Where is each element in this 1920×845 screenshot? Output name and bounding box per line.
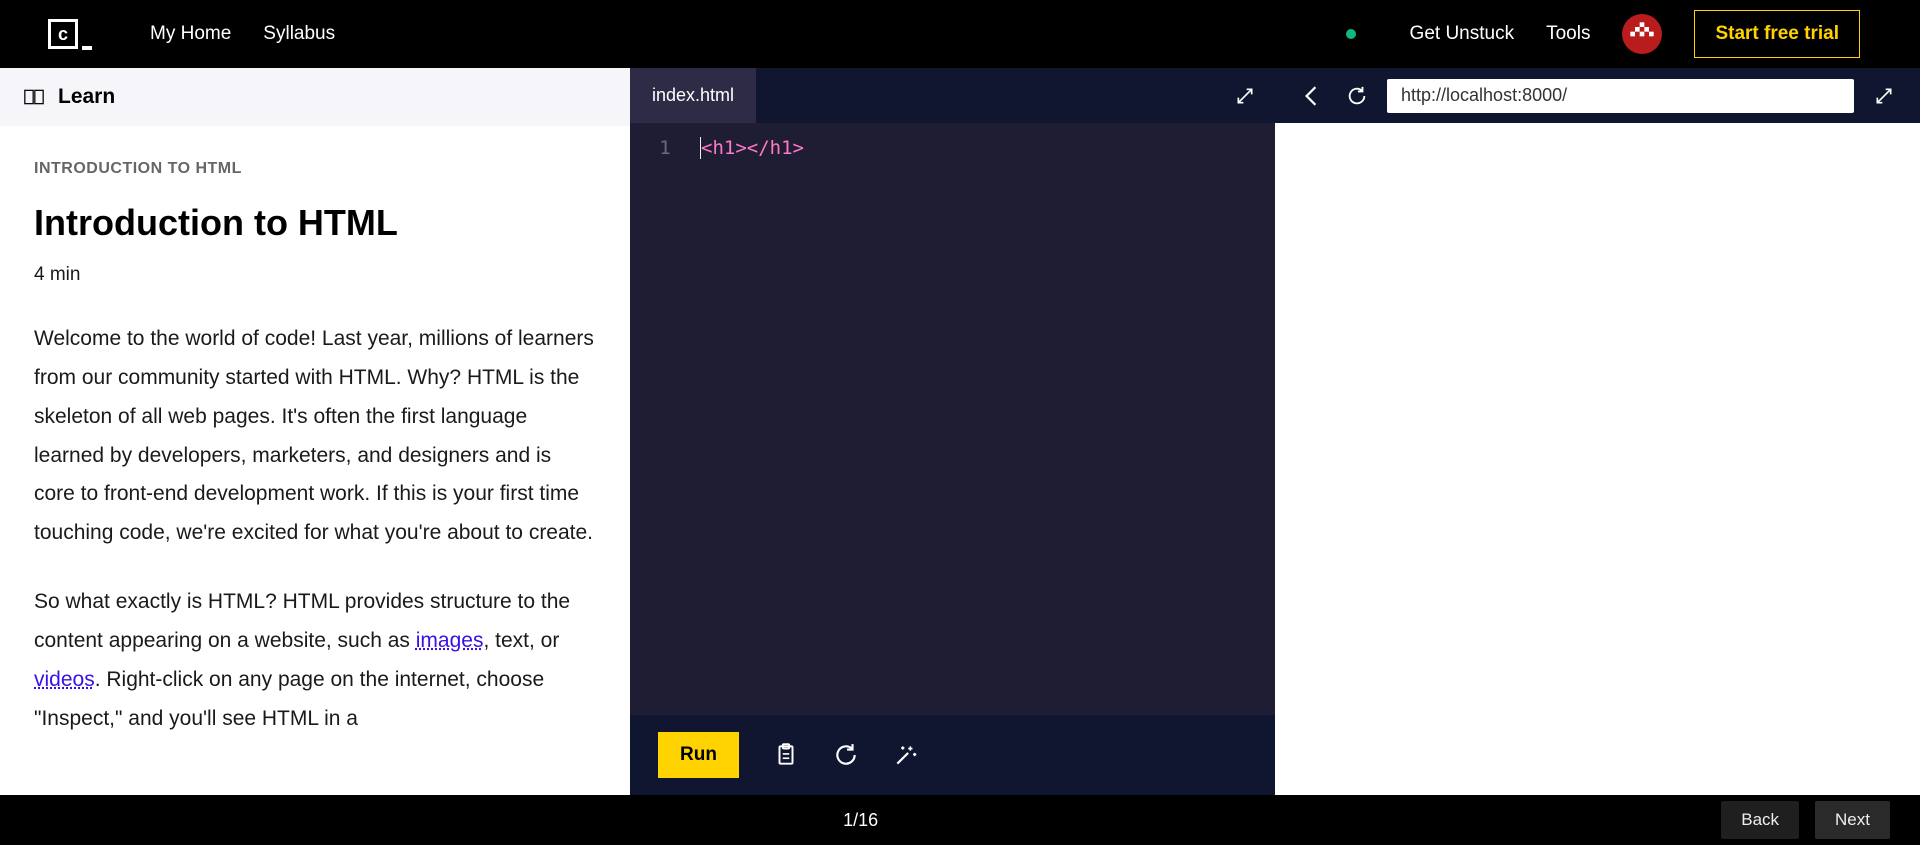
lesson-eyebrow: INTRODUCTION TO HTML — [34, 160, 596, 178]
editor-tab-bar: index.html — [630, 68, 1275, 123]
clipboard-icon — [773, 742, 799, 768]
expand-icon — [1874, 86, 1894, 106]
browser-back-button[interactable] — [1295, 85, 1327, 107]
bottom-bar: 1/16 Back Next — [0, 795, 1920, 845]
book-icon — [24, 89, 44, 105]
expand-icon — [1235, 86, 1255, 106]
progress-indicator: 1/16 — [0, 810, 1721, 831]
images-link[interactable]: images — [416, 629, 484, 652]
browser-toolbar: http://localhost:8000/ — [1275, 68, 1920, 123]
expand-editor-button[interactable] — [1215, 68, 1275, 123]
code-content: <h1></h1> — [700, 137, 804, 159]
learn-label: Learn — [58, 85, 115, 109]
lesson-body: INTRODUCTION TO HTML Introduction to HTM… — [0, 126, 630, 768]
connection-status-dot — [1346, 29, 1356, 39]
code-line: 1 <h1></h1> — [630, 137, 1275, 159]
main-content: Learn INTRODUCTION TO HTML Introduction … — [0, 68, 1920, 795]
url-bar[interactable]: http://localhost:8000/ — [1387, 79, 1854, 113]
back-button[interactable]: Back — [1721, 801, 1799, 839]
refresh-icon — [1346, 85, 1368, 107]
editor-footer: Run — [630, 715, 1275, 795]
browser-panel: http://localhost:8000/ — [1275, 68, 1920, 795]
run-button[interactable]: Run — [658, 732, 739, 778]
logo-mark: c — [48, 19, 78, 49]
code-area[interactable]: 1 <h1></h1> — [630, 123, 1275, 715]
magic-wand-icon — [893, 741, 919, 769]
browser-refresh-button[interactable] — [1341, 85, 1373, 107]
nav-my-home[interactable]: My Home — [150, 23, 231, 45]
avatar-pixel-icon — [1628, 20, 1656, 48]
lesson-panel: Learn INTRODUCTION TO HTML Introduction … — [0, 68, 630, 795]
chevron-left-icon — [1304, 85, 1318, 107]
lesson-title: Introduction to HTML — [34, 202, 596, 244]
main-nav: My Home Syllabus — [150, 23, 335, 45]
lesson-paragraph-2: So what exactly is HTML? HTML provides s… — [34, 583, 596, 738]
lesson-text-span: , text, or — [483, 629, 559, 652]
line-number: 1 — [630, 137, 700, 159]
editor-tab-index-html[interactable]: index.html — [630, 68, 757, 123]
lesson-paragraph-1: Welcome to the world of code! Last year,… — [34, 320, 596, 553]
learn-tab-bar[interactable]: Learn — [0, 68, 630, 126]
refresh-icon — [833, 742, 859, 768]
browser-viewport[interactable] — [1275, 123, 1920, 795]
avatar[interactable] — [1622, 14, 1662, 54]
videos-link[interactable]: videos — [34, 668, 95, 691]
get-unstuck-button[interactable]: Get Unstuck — [1410, 23, 1515, 45]
header-right: Get Unstuck Tools Start free trial — [1410, 10, 1860, 58]
logo-cursor — [82, 46, 92, 50]
reset-button[interactable] — [833, 742, 859, 768]
lesson-duration: 4 min — [34, 264, 596, 286]
copy-button[interactable] — [773, 742, 799, 768]
tools-button[interactable]: Tools — [1546, 23, 1590, 45]
expand-browser-button[interactable] — [1868, 86, 1900, 106]
next-button[interactable]: Next — [1815, 801, 1890, 839]
start-free-trial-button[interactable]: Start free trial — [1694, 10, 1860, 58]
code-editor-panel: index.html 1 <h1></h1> Run — [630, 68, 1275, 795]
lesson-text-span: . Right-click on any page on the interne… — [34, 668, 544, 730]
top-header: c My Home Syllabus Get Unstuck Tools Sta… — [0, 0, 1920, 68]
nav-syllabus[interactable]: Syllabus — [263, 23, 335, 45]
logo[interactable]: c — [48, 14, 96, 54]
ai-assist-button[interactable] — [893, 742, 919, 768]
